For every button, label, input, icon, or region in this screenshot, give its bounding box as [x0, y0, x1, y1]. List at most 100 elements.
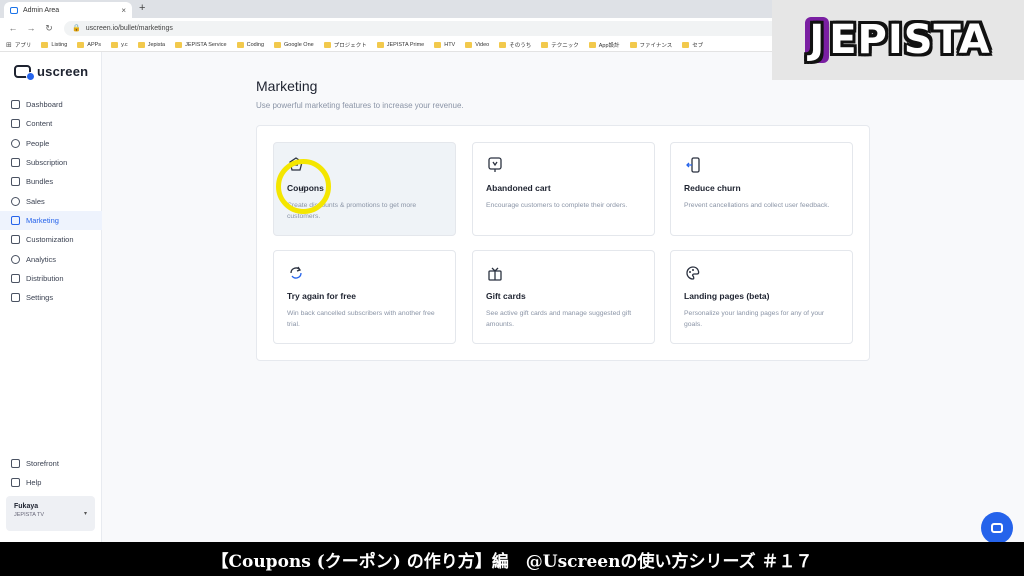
- page-title: Marketing: [256, 78, 318, 94]
- distribution-icon: [11, 273, 20, 283]
- sidebar: uscreen Dashboard Content People Subscripti…: [0, 52, 102, 542]
- marketing-panel: Coupons Create discounts & promotions to …: [256, 125, 870, 361]
- sidebar-item-people[interactable]: People: [0, 134, 102, 153]
- analytics-icon: [11, 254, 20, 264]
- bookmark-item[interactable]: Google One: [274, 41, 314, 48]
- card-description: Win back cancelled subscribers with anot…: [287, 310, 435, 328]
- sidebar-item-analytics[interactable]: Analytics: [0, 249, 102, 268]
- reload-icon[interactable]: ↻: [44, 23, 54, 34]
- sidebar-item-label: Bundles: [26, 177, 54, 187]
- tab-title: Admin Area: [23, 6, 60, 14]
- video-caption: 【Coupons (クーポン) の作り方】編 @Uscreenの使い方シリーズ …: [0, 542, 1024, 576]
- bookmark-item[interactable]: App設計: [588, 41, 620, 49]
- storefront-icon: [11, 459, 20, 469]
- folder-icon: [137, 41, 145, 48]
- sidebar-item-label: Help: [26, 478, 42, 488]
- sidebar-item-sales[interactable]: Sales: [0, 191, 102, 210]
- browser-tab[interactable]: Admin Area ×: [4, 2, 132, 18]
- bookmark-item[interactable]: そのうち: [499, 41, 531, 49]
- bookmark-item[interactable]: JEPISTA Service: [175, 41, 227, 48]
- bookmark-label: プロジェクト: [333, 42, 367, 49]
- sidebar-item-label: Analytics: [26, 254, 57, 264]
- bundles-icon: [11, 177, 20, 187]
- marketing-icon: [11, 215, 20, 225]
- tab-close-icon[interactable]: ×: [121, 6, 126, 15]
- bookmark-item[interactable]: Video: [465, 41, 490, 48]
- sidebar-item-storefront[interactable]: Storefront: [0, 454, 102, 473]
- subscription-icon: [11, 158, 20, 168]
- sidebar-item-label: Marketing: [26, 215, 59, 225]
- settings-icon: [11, 293, 20, 303]
- marketing-card-abandoned-cart[interactable]: Abandoned cart Encourage customers to com…: [472, 142, 655, 236]
- chevron-down-icon: ▾: [83, 511, 87, 517]
- bookmark-label: Video: [475, 41, 490, 48]
- sidebar-item-label: Content: [26, 119, 53, 129]
- bookmark-item[interactable]: テクニック: [541, 41, 579, 49]
- folder-icon: [236, 41, 244, 48]
- sidebar-item-label: Dashboard: [26, 100, 63, 110]
- content-icon: [11, 119, 20, 129]
- sidebar-item-label: Customization: [26, 235, 74, 245]
- bookmark-item[interactable]: ファイナンス: [629, 41, 672, 49]
- sidebar-item-label: People: [26, 138, 50, 148]
- bookmark-label: JEPISTA Service: [185, 41, 227, 48]
- sidebar-item-content[interactable]: Content: [0, 114, 102, 133]
- marketing-card-reduce-churn[interactable]: Reduce churn Prevent cancellations and co…: [670, 142, 853, 236]
- bookmark-item[interactable]: ⊞ アプリ: [6, 41, 31, 49]
- sidebar-item-settings[interactable]: Settings: [0, 288, 102, 307]
- sidebar-item-dashboard[interactable]: Dashboard: [0, 95, 102, 114]
- new-tab-button[interactable]: +: [139, 2, 145, 14]
- bookmark-item[interactable]: Coding: [236, 41, 265, 48]
- bookmark-item[interactable]: JEPISTA Prime: [376, 41, 424, 48]
- logo[interactable]: uscreen: [14, 64, 88, 81]
- card-title: Gift cards: [486, 291, 526, 301]
- url-field[interactable]: 🔒 uscreen.io/bullet/marketings: [64, 20, 824, 36]
- cart-icon: [486, 156, 504, 174]
- chat-icon: [991, 523, 1003, 533]
- bookmark-label: Coding: [246, 41, 265, 48]
- sidebar-item-distribution[interactable]: Distribution: [0, 269, 102, 288]
- folder-icon: [434, 41, 442, 48]
- bookmark-item[interactable]: プロジェクト: [323, 41, 367, 49]
- user-menu[interactable]: Fukaya JEPISTA TV ▾: [6, 496, 95, 531]
- sidebar-item-subscription[interactable]: Subscription: [0, 153, 102, 172]
- folder-icon: [175, 41, 183, 48]
- sidebar-item-customization[interactable]: Customization: [0, 230, 102, 249]
- marketing-card-try-again-for-free[interactable]: Try again for free Win back cancelled sub…: [273, 250, 456, 344]
- back-icon[interactable]: ←: [8, 23, 18, 33]
- marketing-card-gift-cards[interactable]: Gift cards See active gift cards and mana…: [472, 250, 655, 344]
- card-description: Encourage customers to complete their or…: [486, 202, 628, 209]
- mouse-cursor-icon: ☝: [299, 185, 306, 196]
- sidebar-item-help[interactable]: Help: [0, 473, 102, 492]
- folder-icon: [588, 41, 596, 48]
- bookmark-item[interactable]: Jepista: [137, 41, 166, 48]
- bookmark-item[interactable]: y.c: [111, 41, 128, 48]
- folder-icon: [376, 41, 384, 48]
- folder-icon: [541, 41, 549, 48]
- bookmark-label: そのうち: [509, 42, 532, 49]
- page-subtitle: Use powerful marketing features to incre…: [256, 101, 464, 110]
- user-org: JEPISTA TV: [14, 512, 45, 518]
- brand-rest: EPISTA: [829, 17, 991, 63]
- chat-support-button[interactable]: [981, 512, 1013, 544]
- brand-first-letter: J: [805, 17, 830, 63]
- bookmark-item[interactable]: HTV: [434, 41, 455, 48]
- folder-icon: [41, 41, 49, 48]
- folder-icon: [111, 41, 119, 48]
- bookmark-label: テクニック: [551, 42, 579, 49]
- folder-icon: [682, 41, 690, 48]
- forward-icon[interactable]: →: [26, 23, 36, 33]
- sales-icon: [11, 196, 20, 206]
- tab-favicon-icon: [10, 6, 18, 14]
- url-text: uscreen.io/bullet/marketings: [85, 24, 173, 32]
- marketing-card-landing-pages-beta[interactable]: Landing pages (beta) Personalize your lan…: [670, 250, 853, 344]
- bookmark-item[interactable]: APPs: [77, 41, 101, 48]
- bookmark-label: Jepista: [147, 41, 166, 48]
- bookmark-item[interactable]: セブ: [682, 41, 703, 49]
- dashboard-icon: [11, 100, 20, 110]
- sidebar-item-bundles[interactable]: Bundles: [0, 172, 102, 191]
- sidebar-item-label: Distribution: [26, 273, 64, 283]
- bookmark-item[interactable]: Listing: [41, 41, 67, 48]
- folder-icon: [465, 41, 473, 48]
- sidebar-item-marketing[interactable]: Marketing: [0, 210, 102, 231]
